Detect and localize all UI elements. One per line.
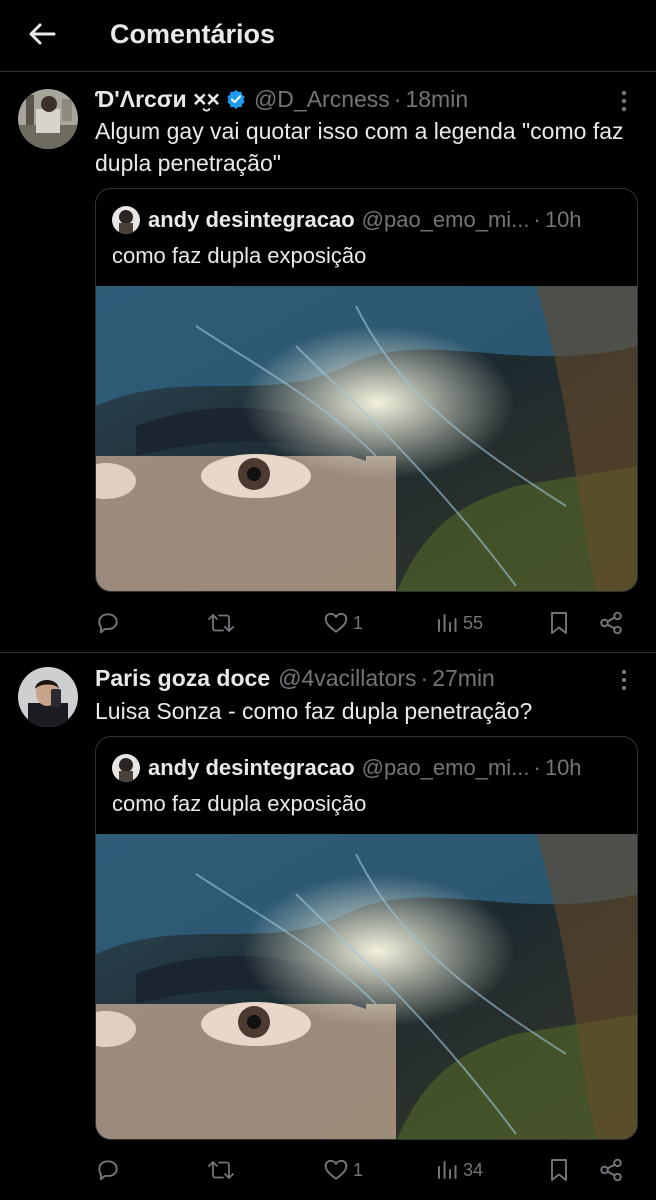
display-name[interactable]: Paris goza doce: [95, 665, 270, 692]
share-icon: [600, 1158, 622, 1182]
page-title: Comentários: [110, 19, 276, 49]
tweet-header: Ɗ'Λrcσи ×̮× @D_Arcness · 18min: [95, 84, 606, 114]
reply-tweet[interactable]: Paris goza doce @4vacillators · 27min Lu…: [0, 655, 656, 1200]
back-button[interactable]: [22, 16, 62, 52]
action-bar: 1 34: [95, 1150, 635, 1190]
bookmark-icon: [551, 612, 567, 634]
bookmark-icon: [551, 1159, 567, 1181]
bookmark-button[interactable]: [547, 1150, 571, 1190]
arrow-left-icon: [29, 23, 56, 45]
heart-icon: [324, 612, 348, 633]
tweet-text: Algum gay vai quotar isso com a legenda …: [95, 118, 624, 176]
share-icon: [600, 611, 622, 635]
handle[interactable]: @D_Arcness: [254, 86, 390, 113]
analytics-icon: [438, 1161, 457, 1179]
handle[interactable]: @4vacillators: [278, 665, 416, 692]
retweet-icon: [208, 614, 234, 632]
reply-button[interactable]: [95, 1150, 125, 1190]
top-bar: Comentários: [0, 0, 656, 72]
quoted-display-name: andy desintegracao: [148, 207, 355, 232]
quoted-photo[interactable]: [96, 286, 638, 592]
quoted-handle: @pao_emo_mi...: [361, 207, 530, 232]
more-options-button[interactable]: [614, 86, 634, 116]
quoted-display-name: andy desintegracao: [148, 755, 355, 780]
separator-dot: ·: [533, 755, 541, 780]
quoted-tweet[interactable]: andy desintegracao @pao_emo_mi... · 10h …: [95, 736, 638, 1140]
quoted-tweet[interactable]: andy desintegracao @pao_emo_mi... · 10h …: [95, 188, 638, 592]
reply-icon: [98, 1160, 118, 1181]
reply-tweet[interactable]: Ɗ'Λrcσи ×̮× @D_Arcness · 18min Algum gay…: [0, 73, 656, 653]
heart-icon: [324, 1159, 348, 1180]
more-vertical-icon: [621, 669, 627, 691]
separator-dot: ·: [420, 664, 429, 691]
timestamp[interactable]: 18min: [405, 86, 468, 113]
quoted-handle: @pao_emo_mi...: [361, 755, 530, 780]
action-bar: 1 55: [95, 603, 635, 643]
more-options-button[interactable]: [614, 665, 634, 695]
avatar[interactable]: [18, 89, 78, 149]
views-button[interactable]: 34: [435, 1150, 483, 1190]
quoted-text: como faz dupla exposição: [112, 791, 367, 816]
like-button[interactable]: 1: [323, 1150, 363, 1190]
quoted-avatar: [112, 754, 140, 782]
separator-dot: ·: [393, 85, 402, 112]
avatar[interactable]: [18, 667, 78, 727]
view-count: 34: [463, 1159, 484, 1180]
quoted-photo[interactable]: [96, 834, 638, 1140]
verified-badge-icon: [226, 89, 246, 109]
more-vertical-icon: [621, 90, 627, 112]
share-button[interactable]: [598, 1150, 624, 1190]
quoted-avatar: [112, 206, 140, 234]
retweet-button[interactable]: [207, 603, 239, 643]
reply-button[interactable]: [95, 603, 125, 643]
views-button[interactable]: 55: [435, 603, 483, 643]
quoted-timestamp: 10h: [544, 207, 582, 232]
retweet-button[interactable]: [207, 1150, 239, 1190]
separator-dot: ·: [533, 207, 541, 232]
quoted-timestamp: 10h: [544, 755, 582, 780]
tweet-header: Paris goza doce @4vacillators · 27min: [95, 663, 606, 693]
quoted-tweet-header: andy desintegracao @pao_emo_mi... · 10h: [112, 205, 621, 235]
quoted-tweet-header: andy desintegracao @pao_emo_mi... · 10h: [112, 753, 621, 783]
display-name[interactable]: Ɗ'Λrcσи ×̮×: [95, 86, 220, 113]
tweet-text: Luisa Sonza - como faz dupla penetração?: [95, 698, 533, 724]
bookmark-button[interactable]: [547, 603, 571, 643]
retweet-icon: [208, 1161, 234, 1179]
share-button[interactable]: [598, 603, 624, 643]
analytics-icon: [438, 614, 457, 632]
like-button[interactable]: 1: [323, 603, 363, 643]
reply-icon: [98, 613, 118, 634]
like-count: 1: [353, 612, 364, 633]
like-count: 1: [353, 1159, 364, 1180]
timestamp[interactable]: 27min: [432, 665, 495, 692]
view-count: 55: [463, 612, 484, 633]
quoted-text: como faz dupla exposição: [112, 243, 367, 268]
